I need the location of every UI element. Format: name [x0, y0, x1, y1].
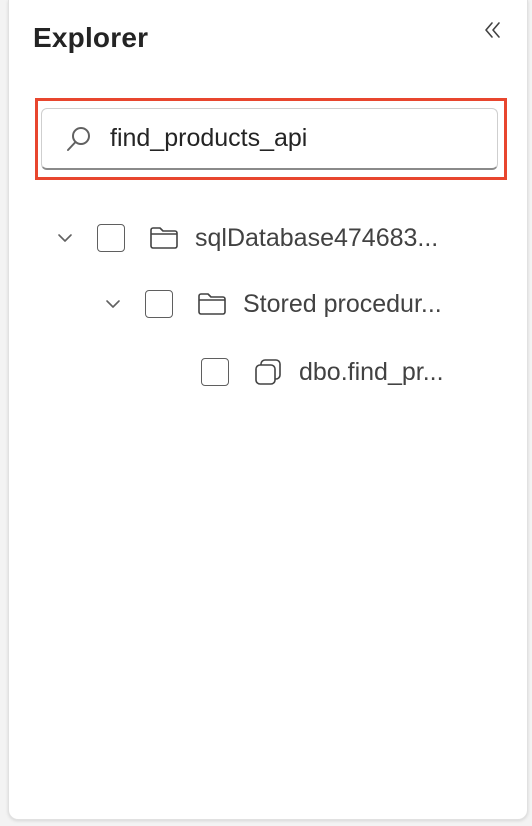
panel-title: Explorer: [33, 22, 149, 53]
tree-item-label: sqlDatabase474683...: [195, 223, 439, 252]
search-input[interactable]: [110, 124, 470, 153]
tree-item-label: Stored procedur...: [243, 289, 442, 318]
chevron-down-icon[interactable]: [53, 226, 77, 250]
folder-icon: [195, 287, 229, 321]
tree-checkbox[interactable]: [201, 358, 229, 386]
folder-icon: [147, 221, 181, 255]
stored-procedure-icon: [251, 355, 285, 389]
explorer-panel: Explorer find_products_api sqlDatabase47…: [8, 0, 528, 820]
tree-checkbox[interactable]: [97, 224, 125, 252]
tree-item-database[interactable]: sqlDatabase474683...: [53, 218, 438, 258]
tree-item-procedure[interactable]: dbo.find_pr...: [201, 352, 444, 392]
tree-item-label: dbo.find_pr...: [299, 357, 444, 386]
chevron-down-icon[interactable]: [101, 292, 125, 316]
collapse-panel-button[interactable]: [477, 16, 509, 48]
search-icon: [62, 122, 96, 156]
double-chevron-left-icon: [481, 18, 505, 47]
tree-checkbox[interactable]: [145, 290, 173, 318]
search-field[interactable]: [41, 108, 498, 170]
tree-item-stored-procedures[interactable]: Stored procedur...: [101, 284, 442, 324]
